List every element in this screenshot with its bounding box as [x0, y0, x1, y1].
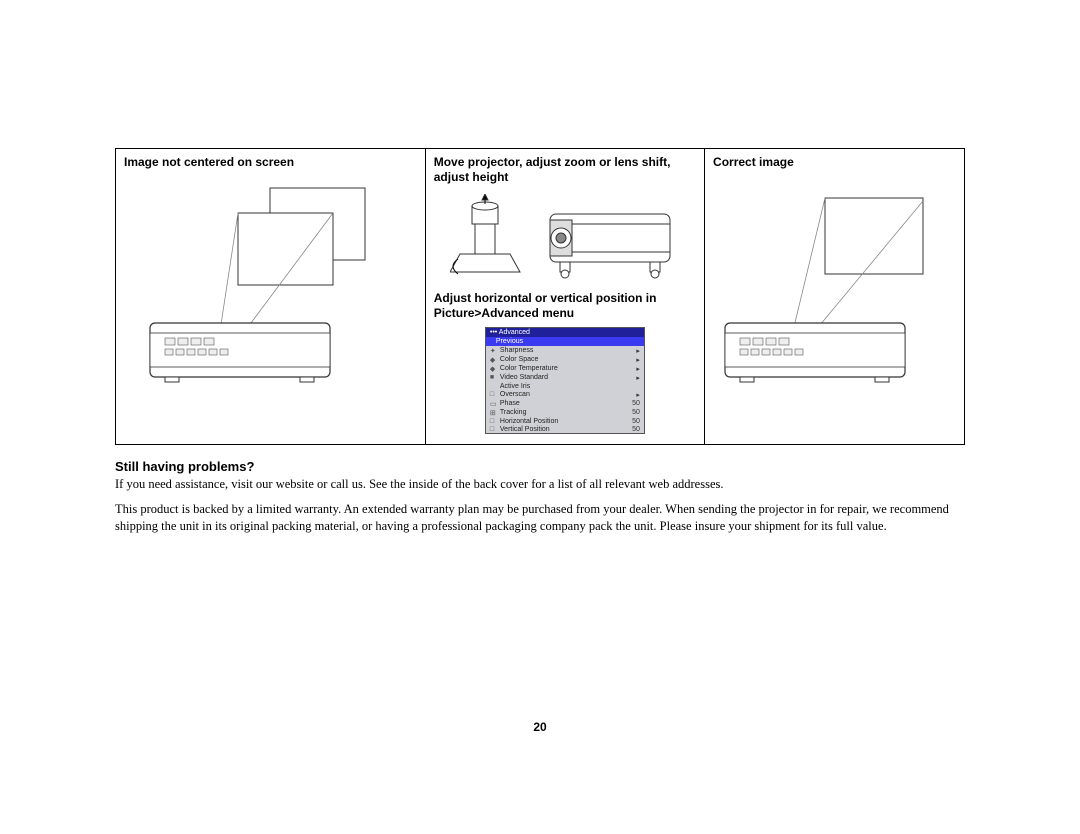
cell-subtitle: Adjust horizontal or vertical position i… — [434, 291, 696, 321]
section-heading: Still having problems? — [115, 459, 965, 474]
cell-title: Image not centered on screen — [124, 155, 417, 170]
correct-illustration — [713, 178, 956, 388]
manual-page: Image not centered on screen — [115, 148, 965, 543]
projector-misaligned-icon — [130, 183, 410, 383]
cell-title: Correct image — [713, 155, 956, 170]
menu-row: ✦Sharpness▸ — [486, 346, 644, 355]
menu-header: ••• Advanced — [486, 328, 644, 337]
troubleshooting-table: Image not centered on screen — [115, 148, 965, 445]
menu-row: ■Video Standard▸ — [486, 373, 644, 382]
table-cell-solution: Move projector, adjust zoom or lens shif… — [425, 149, 704, 445]
menu-row: □Vertical Position50 — [486, 425, 644, 433]
menu-row: ◆Color Space▸ — [486, 355, 644, 364]
menu-row: ⊞Tracking50 — [486, 408, 644, 417]
menu-row: ◆Color Temperature▸ — [486, 364, 644, 373]
adjust-projector-icon — [450, 194, 680, 282]
adjust-illustration — [434, 193, 696, 283]
problem-illustration — [124, 178, 417, 388]
menu-row: □Horizontal Position50 — [486, 417, 644, 425]
body-paragraph: This product is backed by a limited warr… — [115, 501, 965, 535]
body-text-section: Still having problems? If you need assis… — [115, 459, 965, 535]
projector-aligned-icon — [715, 183, 955, 383]
menu-row: □Overscan▸ — [486, 390, 644, 399]
advanced-menu-screenshot: ••• Advanced Previous ✦Sharpness▸ ◆Color… — [485, 327, 645, 434]
table-cell-result: Correct image — [705, 149, 965, 445]
page-number: 20 — [0, 720, 1080, 734]
menu-row: ▭Phase50 — [486, 399, 644, 408]
table-cell-problem: Image not centered on screen — [116, 149, 426, 445]
menu-row: Active Iris — [486, 382, 644, 390]
menu-previous: Previous — [486, 337, 644, 346]
cell-title: Move projector, adjust zoom or lens shif… — [434, 155, 696, 185]
body-paragraph: If you need assistance, visit our websit… — [115, 476, 965, 493]
